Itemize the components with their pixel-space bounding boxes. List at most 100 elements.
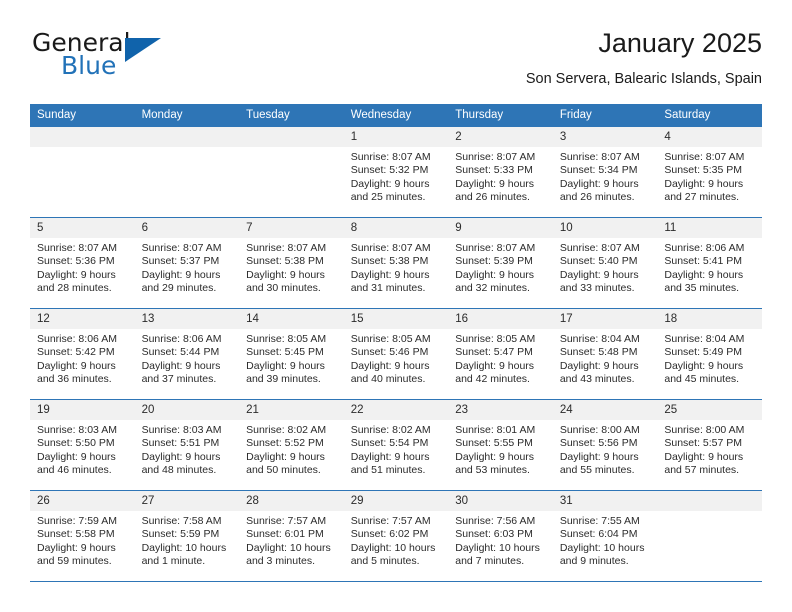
calendar-day-cell[interactable]: 13 Sunrise: 8:06 AM Sunset: 5:44 PM Dayligh…: [134, 308, 240, 400]
general-blue-logo[interactable]: General Blue: [32, 28, 242, 84]
calendar-day-cell[interactable]: 15 Sunrise: 8:05 AM Sunset: 5:46 PM Dayligh…: [343, 308, 449, 400]
calendar-day-cell[interactable]: 23 Sunrise: 8:01 AM Sunset: 5:55 PM Dayligh…: [448, 399, 553, 491]
daylight-duration-line1: Daylight: 9 hours: [664, 177, 744, 190]
sunset-time: Sunset: 5:48 PM: [559, 346, 638, 359]
calendar-day-cell[interactable]: 21 Sunrise: 8:02 AM Sunset: 5:52 PM Dayligh…: [239, 399, 344, 491]
calendar-day-cell[interactable]: 12 Sunrise: 8:06 AM Sunset: 5:42 PM Dayligh…: [30, 308, 135, 400]
daylight-duration-line2: and 59 minutes.: [37, 555, 112, 568]
calendar-day-cell[interactable]: 26 Sunrise: 7:59 AM Sunset: 5:58 PM Dayligh…: [30, 490, 135, 582]
day-sun-info: Sunrise: 8:00 AM Sunset: 5:56 PM Daylight:…: [553, 420, 658, 478]
daylight-duration-line1: Daylight: 9 hours: [141, 359, 221, 372]
sunset-time: Sunset: 6:01 PM: [246, 528, 324, 541]
sunset-time: Sunset: 5:35 PM: [664, 164, 743, 177]
daylight-duration-line2: and 31 minutes.: [350, 282, 426, 295]
day-number: 16: [448, 309, 553, 329]
day-sun-info: Sunrise: 8:05 AM Sunset: 5:45 PM Daylight:…: [239, 329, 344, 387]
calendar-day-cell[interactable]: 11 Sunrise: 8:06 AM Sunset: 5:41 PM Dayligh…: [657, 217, 762, 309]
sunrise-time: Sunrise: 7:55 AM: [559, 515, 640, 527]
daylight-duration-line1: Daylight: 9 hours: [37, 268, 116, 281]
daylight-duration-line1: Daylight: 9 hours: [559, 177, 639, 190]
day-sun-info: Sunrise: 8:07 AM Sunset: 5:37 PM Daylight:…: [135, 238, 240, 296]
sunrise-time: Sunrise: 8:07 AM: [350, 151, 431, 163]
calendar-day-cell[interactable]: 29 Sunrise: 7:57 AM Sunset: 6:02 PM Dayligh…: [343, 490, 449, 582]
day-number: 10: [552, 218, 658, 238]
sunset-time: Sunset: 5:36 PM: [37, 255, 115, 268]
daylight-duration-line2: and 29 minutes.: [141, 282, 217, 295]
daylight-duration-line2: and 40 minutes.: [350, 373, 426, 386]
sunset-time: Sunset: 5:32 PM: [350, 164, 429, 177]
daylight-duration-line2: and 51 minutes.: [350, 464, 426, 477]
logo-word-blue: Blue: [61, 51, 117, 80]
calendar-day-cell[interactable]: 8 Sunrise: 8:07 AM Sunset: 5:38 PM Daylight…: [343, 217, 449, 309]
day-number: 11: [657, 218, 762, 238]
calendar-day-cell[interactable]: 14 Sunrise: 8:05 AM Sunset: 5:45 PM Dayligh…: [239, 308, 344, 400]
calendar-day-cell[interactable]: 30 Sunrise: 7:56 AM Sunset: 6:03 PM Dayligh…: [448, 490, 553, 582]
sunrise-time: Sunrise: 8:00 AM: [664, 424, 745, 436]
calendar-day-cell[interactable]: 10 Sunrise: 8:07 AM Sunset: 5:40 PM Dayligh…: [552, 217, 658, 309]
day-number: 21: [239, 400, 344, 420]
day-sun-info: Sunrise: 8:04 AM Sunset: 5:48 PM Daylight:…: [553, 329, 658, 387]
calendar-day-cell[interactable]: 28 Sunrise: 7:57 AM Sunset: 6:01 PM Dayligh…: [239, 490, 344, 582]
calendar-day-cell[interactable]: 6 Sunrise: 8:07 AM Sunset: 5:37 PM Daylight…: [134, 217, 240, 309]
sunrise-time: Sunrise: 8:04 AM: [559, 333, 640, 345]
day-sun-info: Sunrise: 8:02 AM Sunset: 5:54 PM Daylight:…: [344, 420, 449, 478]
day-number: 27: [134, 491, 240, 511]
daylight-duration-line2: and 39 minutes.: [246, 373, 321, 386]
day-number: 29: [343, 491, 449, 511]
daylight-duration-line1: Daylight: 9 hours: [246, 450, 325, 463]
sunrise-time: Sunrise: 7:56 AM: [455, 515, 536, 527]
calendar-day-cell[interactable]: 5 Sunrise: 8:07 AM Sunset: 5:36 PM Daylight…: [30, 217, 135, 309]
day-number: [134, 127, 240, 147]
calendar-day-cell[interactable]: 20 Sunrise: 8:03 AM Sunset: 5:51 PM Dayligh…: [134, 399, 240, 491]
daylight-duration-line2: and 1 minute.: [141, 555, 206, 568]
day-number: 22: [343, 400, 449, 420]
calendar-day-cell[interactable]: 3 Sunrise: 8:07 AM Sunset: 5:34 PM Daylight…: [552, 127, 658, 218]
calendar-day-cell[interactable]: 24 Sunrise: 8:00 AM Sunset: 5:56 PM Dayligh…: [552, 399, 658, 491]
sunset-time: Sunset: 5:39 PM: [455, 255, 533, 268]
daylight-duration-line1: Daylight: 9 hours: [559, 450, 639, 463]
weekday-header-thursday: Thursday: [448, 104, 553, 127]
day-number: [657, 491, 762, 511]
sunrise-time: Sunrise: 8:03 AM: [141, 424, 222, 436]
sunset-time: Sunset: 5:44 PM: [141, 346, 220, 359]
daylight-duration-line1: Daylight: 9 hours: [246, 359, 325, 372]
calendar-day-cell[interactable]: 9 Sunrise: 8:07 AM Sunset: 5:39 PM Daylight…: [448, 217, 553, 309]
calendar-day-cell[interactable]: 7 Sunrise: 8:07 AM Sunset: 5:38 PM Daylight…: [239, 217, 344, 309]
day-number: 5: [30, 218, 135, 238]
daylight-duration-line1: Daylight: 9 hours: [141, 450, 221, 463]
daylight-duration-line2: and 37 minutes.: [141, 373, 217, 386]
calendar-day-cell[interactable]: 18 Sunrise: 8:04 AM Sunset: 5:49 PM Dayligh…: [657, 308, 762, 400]
calendar-day-cell[interactable]: 2 Sunrise: 8:07 AM Sunset: 5:33 PM Daylight…: [448, 127, 553, 218]
calendar-day-cell[interactable]: 4 Sunrise: 8:07 AM Sunset: 5:35 PM Daylight…: [657, 127, 762, 218]
sunrise-time: Sunrise: 8:07 AM: [455, 151, 536, 163]
day-number: 23: [448, 400, 553, 420]
daylight-duration-line2: and 25 minutes.: [350, 191, 426, 204]
daylight-duration-line2: and 33 minutes.: [559, 282, 635, 295]
sunrise-time: Sunrise: 8:07 AM: [664, 151, 745, 163]
sunrise-time: Sunrise: 8:02 AM: [246, 424, 327, 436]
day-sun-info: Sunrise: 8:07 AM Sunset: 5:32 PM Daylight:…: [344, 147, 449, 205]
calendar-day-cell[interactable]: 19 Sunrise: 8:03 AM Sunset: 5:50 PM Dayligh…: [30, 399, 135, 491]
day-sun-info: Sunrise: 8:07 AM Sunset: 5:38 PM Daylight:…: [239, 238, 344, 296]
sunrise-time: Sunrise: 8:05 AM: [350, 333, 431, 345]
calendar-week-row: 5 Sunrise: 8:07 AM Sunset: 5:36 PM Daylight…: [30, 217, 762, 309]
calendar-day-cell[interactable]: 22 Sunrise: 8:02 AM Sunset: 5:54 PM Dayligh…: [343, 399, 449, 491]
sunset-time: Sunset: 5:54 PM: [350, 437, 429, 450]
calendar-day-cell[interactable]: 1 Sunrise: 8:07 AM Sunset: 5:32 PM Daylight…: [343, 127, 449, 218]
calendar-day-cell-empty: [657, 490, 762, 582]
sunrise-time: Sunrise: 8:04 AM: [664, 333, 745, 345]
calendar-day-cell[interactable]: 16 Sunrise: 8:05 AM Sunset: 5:47 PM Dayligh…: [448, 308, 553, 400]
calendar-header-row: Sunday Monday Tuesday Wednesday Thursday…: [30, 104, 762, 127]
sunset-time: Sunset: 5:33 PM: [455, 164, 533, 177]
sunrise-time: Sunrise: 8:07 AM: [455, 242, 536, 254]
calendar-day-cell[interactable]: 31 Sunrise: 7:55 AM Sunset: 6:04 PM Dayligh…: [552, 490, 658, 582]
sunset-time: Sunset: 5:41 PM: [664, 255, 743, 268]
calendar-day-cell[interactable]: 27 Sunrise: 7:58 AM Sunset: 5:59 PM Dayligh…: [134, 490, 240, 582]
sunset-time: Sunset: 5:42 PM: [37, 346, 115, 359]
day-number: 8: [343, 218, 449, 238]
sunset-time: Sunset: 5:38 PM: [246, 255, 324, 268]
calendar-day-cell[interactable]: 25 Sunrise: 8:00 AM Sunset: 5:57 PM Dayligh…: [657, 399, 762, 491]
calendar-day-cell[interactable]: 17 Sunrise: 8:04 AM Sunset: 5:48 PM Dayligh…: [552, 308, 658, 400]
logo-triangle-icon: [125, 38, 161, 62]
day-sun-info: Sunrise: 7:55 AM Sunset: 6:04 PM Daylight:…: [553, 511, 658, 569]
